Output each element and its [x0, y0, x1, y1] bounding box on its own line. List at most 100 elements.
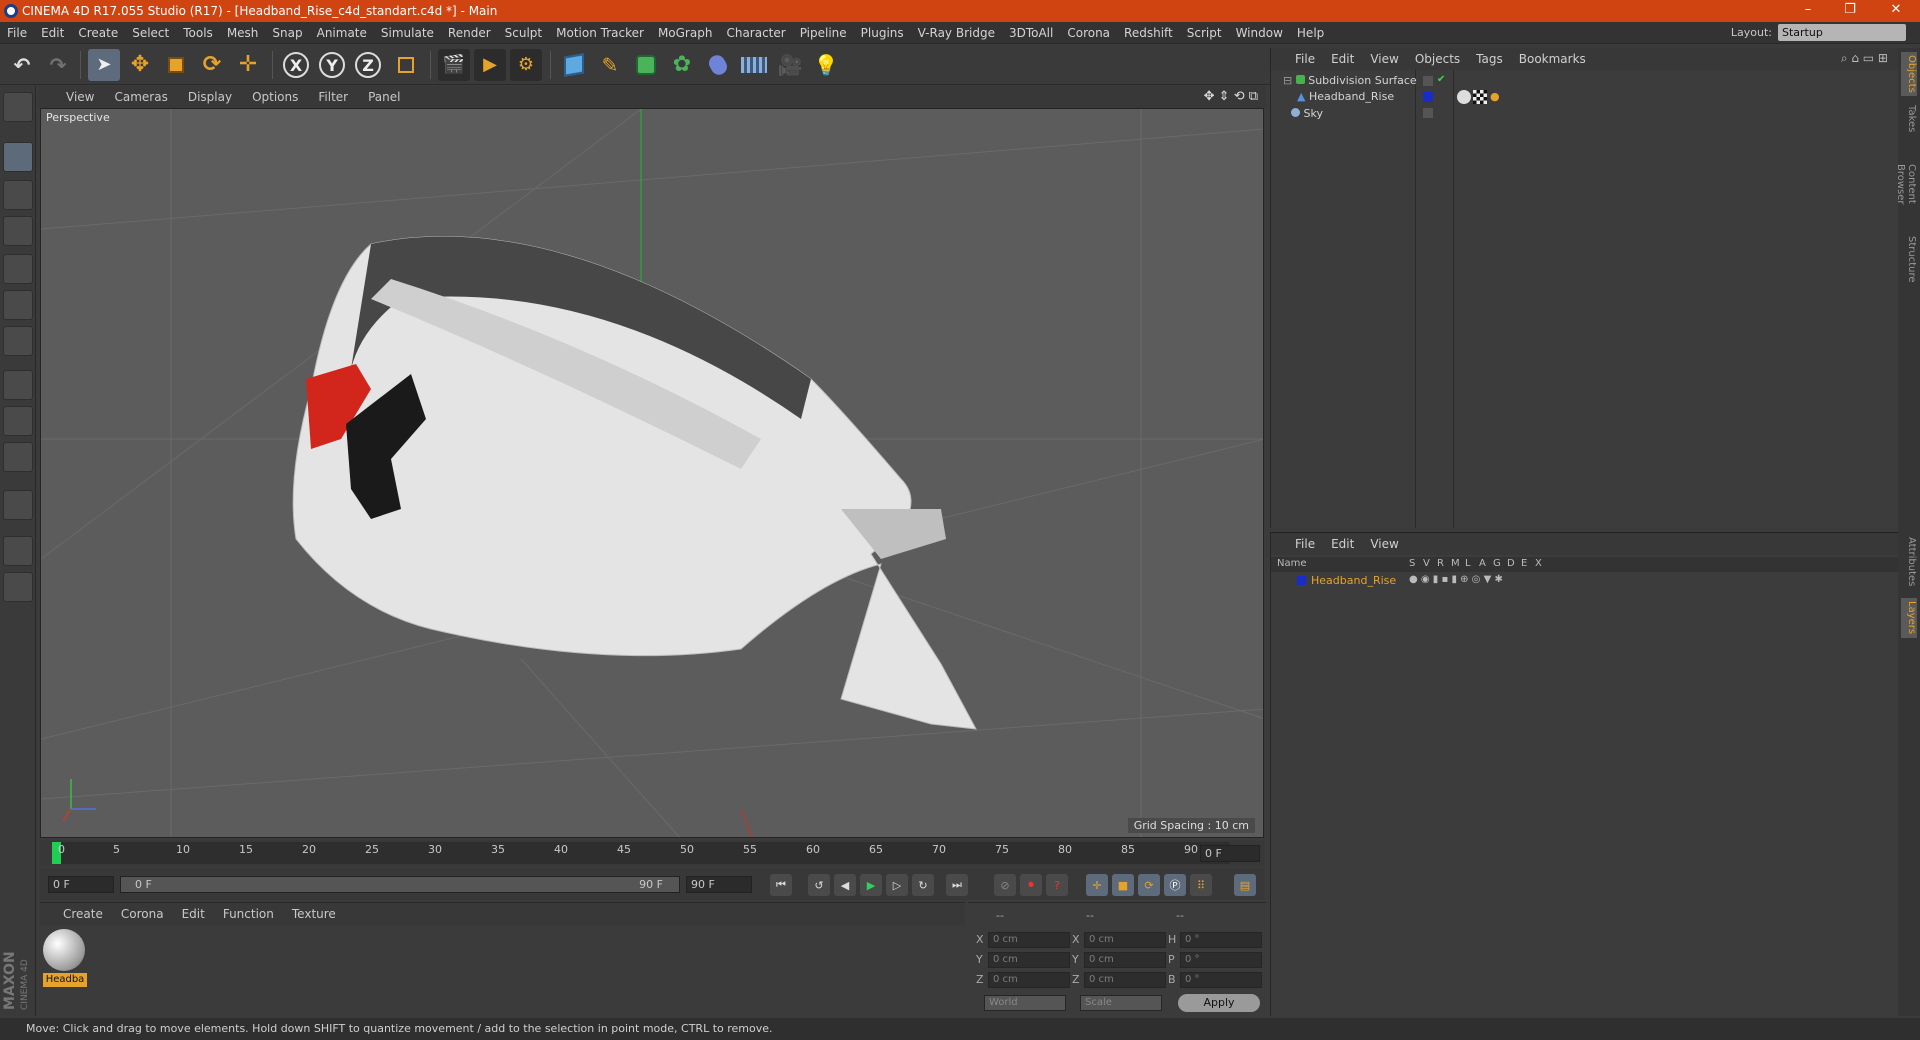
menu-character[interactable]: Character [719, 26, 792, 40]
play-icon[interactable]: ▶ [860, 874, 882, 896]
material-menu-corona[interactable]: Corona [112, 907, 173, 921]
layer-toggle-icon[interactable] [1423, 108, 1433, 118]
start-frame-field[interactable]: 0 F [48, 876, 114, 893]
layer-color-swatch[interactable] [1297, 576, 1306, 585]
polygons-mode-icon[interactable] [3, 326, 33, 356]
menu-pipeline[interactable]: Pipeline [793, 26, 854, 40]
obj-menu-bookmarks[interactable]: Bookmarks [1511, 52, 1594, 66]
preview-range-slider[interactable]: 0 F 90 F [120, 876, 680, 893]
undo-icon[interactable]: ↶ [6, 49, 38, 81]
menu-create[interactable]: Create [71, 26, 125, 40]
enabled-check-icon[interactable]: ✔ [1437, 74, 1445, 85]
rot-p-field[interactable]: 0 ° [1180, 952, 1262, 968]
apply-button[interactable]: Apply [1178, 994, 1260, 1012]
perspective-viewport[interactable]: Perspective Grid Spacing : 10 cm [40, 108, 1264, 838]
redo-icon[interactable]: ↷ [42, 49, 74, 81]
tab-content-browser[interactable]: Content Browser [1895, 144, 1917, 224]
go-to-end-icon[interactable]: ⏭ [946, 874, 968, 896]
layer-toggle-icon[interactable] [1423, 76, 1433, 86]
size-mode-select[interactable]: Scale [1080, 995, 1162, 1011]
rotate-tool-icon[interactable]: ⟳ [196, 49, 228, 81]
texture-mode-icon[interactable] [3, 180, 33, 210]
menu-file[interactable]: File [0, 26, 34, 40]
timeline-ruler[interactable]: 0 5 10 15 20 25 30 35 40 45 50 55 60 65 … [40, 840, 1264, 866]
pos-x-field[interactable]: 0 cm [988, 932, 1070, 948]
tab-layers[interactable]: Layers [1901, 598, 1917, 638]
obj-menu-edit[interactable]: Edit [1323, 52, 1362, 66]
material-menu-edit[interactable]: Edit [173, 907, 214, 921]
menu-help[interactable]: Help [1290, 26, 1331, 40]
tab-attributes[interactable]: Attributes [1901, 534, 1917, 590]
pos-y-field[interactable]: 0 cm [988, 952, 1070, 968]
camera-icon[interactable]: 🎥 [774, 49, 806, 81]
viewport-menu-display[interactable]: Display [178, 90, 242, 104]
tab-objects[interactable]: Objects [1901, 52, 1917, 96]
edges-mode-icon[interactable] [3, 290, 33, 320]
layer-menu-edit[interactable]: Edit [1323, 537, 1362, 551]
size-y-field[interactable]: 0 cm [1084, 952, 1166, 968]
points-mode-icon[interactable] [3, 254, 33, 284]
floor-environment-icon[interactable] [738, 49, 770, 81]
make-editable-icon[interactable] [3, 92, 33, 122]
rot-h-field[interactable]: 0 ° [1180, 932, 1262, 948]
obj-menu-objects[interactable]: Objects [1407, 52, 1468, 66]
render-settings-icon[interactable]: ⚙ [510, 49, 542, 81]
headband-model[interactable] [292, 236, 977, 730]
key-pla-icon[interactable]: ⠿ [1190, 874, 1212, 896]
light-bulb-icon[interactable]: 💡 [810, 49, 842, 81]
obj-menu-file[interactable]: File [1287, 52, 1323, 66]
mograph-cloner-icon[interactable]: ✿ [666, 49, 698, 81]
obj-menu-view[interactable]: View [1362, 52, 1406, 66]
key-scale-icon[interactable]: ■ [1112, 874, 1134, 896]
menu-corona[interactable]: Corona [1060, 26, 1117, 40]
menu-tools[interactable]: Tools [176, 26, 220, 40]
menu-sculpt[interactable]: Sculpt [498, 26, 549, 40]
record-keys-icon[interactable]: ⊘ [994, 874, 1016, 896]
menu-mograph[interactable]: MoGraph [651, 26, 720, 40]
layer-row[interactable]: Headband_Rise ● ◉ ▮ ▪ ▮ ⊕ ◎ ▼ ✱ [1271, 573, 1899, 589]
x-axis-lock-button[interactable]: X [280, 49, 312, 81]
spline-pen-icon[interactable]: ✎ [594, 49, 626, 81]
layer-color-swatch[interactable] [1423, 92, 1433, 102]
coordinate-system-icon[interactable] [390, 49, 422, 81]
menu-3dtoall[interactable]: 3DToAll [1002, 26, 1060, 40]
menu-snap[interactable]: Snap [265, 26, 309, 40]
layer-menu-view[interactable]: View [1362, 537, 1406, 551]
scale-tool-icon[interactable] [160, 49, 192, 81]
keyframe-selection-icon[interactable]: ? [1046, 874, 1068, 896]
tab-takes[interactable]: Takes [1901, 104, 1917, 134]
autokey-icon[interactable]: ⏺ [1020, 874, 1042, 896]
viewport-navigation-icons[interactable]: ✥ ⇕ ⟲ ⧉ [1204, 89, 1258, 104]
obj-menu-tags[interactable]: Tags [1468, 52, 1511, 66]
layer-toggle-icons[interactable]: ● ◉ ▮ ▪ ▮ ⊕ ◎ ▼ ✱ [1409, 574, 1503, 585]
next-key-icon[interactable]: ↻ [912, 874, 934, 896]
menu-motion-tracker[interactable]: Motion Tracker [549, 26, 651, 40]
object-row-headband-rise[interactable]: ▲ Headband_Rise [1297, 88, 1394, 106]
next-frame-icon[interactable]: ▷ [886, 874, 908, 896]
size-z-field[interactable]: 0 cm [1084, 972, 1166, 988]
maximize-button[interactable]: ❐ [1830, 0, 1870, 22]
material-menu-create[interactable]: Create [54, 907, 112, 921]
menu-plugins[interactable]: Plugins [854, 26, 911, 40]
menu-simulate[interactable]: Simulate [374, 26, 441, 40]
viewport-menu-options[interactable]: Options [242, 90, 308, 104]
solo-mode-icon[interactable] [3, 442, 33, 472]
menu-window[interactable]: Window [1229, 26, 1290, 40]
uvw-tag-icon[interactable] [1473, 90, 1487, 104]
close-button[interactable]: ✕ [1876, 0, 1916, 22]
model-mode-icon[interactable] [3, 142, 33, 172]
material-menu-texture[interactable]: Texture [283, 907, 345, 921]
coordinate-space-select[interactable]: World [984, 995, 1066, 1011]
previous-key-icon[interactable]: ↺ [808, 874, 830, 896]
layer-menu-file[interactable]: File [1287, 537, 1323, 551]
z-axis-lock-button[interactable]: Z [352, 49, 384, 81]
end-frame-field[interactable]: 90 F [686, 876, 752, 893]
workplane-align-icon[interactable] [3, 572, 33, 602]
y-axis-lock-button[interactable]: Y [316, 49, 348, 81]
size-x-field[interactable]: 0 cm [1084, 932, 1166, 948]
key-parameter-icon[interactable]: Ⓟ [1164, 874, 1186, 896]
render-picture-viewer-icon[interactable]: ▶ [474, 49, 506, 81]
menu-redshift[interactable]: Redshift [1117, 26, 1180, 40]
minimize-button[interactable]: – [1788, 0, 1828, 22]
menu-script[interactable]: Script [1180, 26, 1229, 40]
